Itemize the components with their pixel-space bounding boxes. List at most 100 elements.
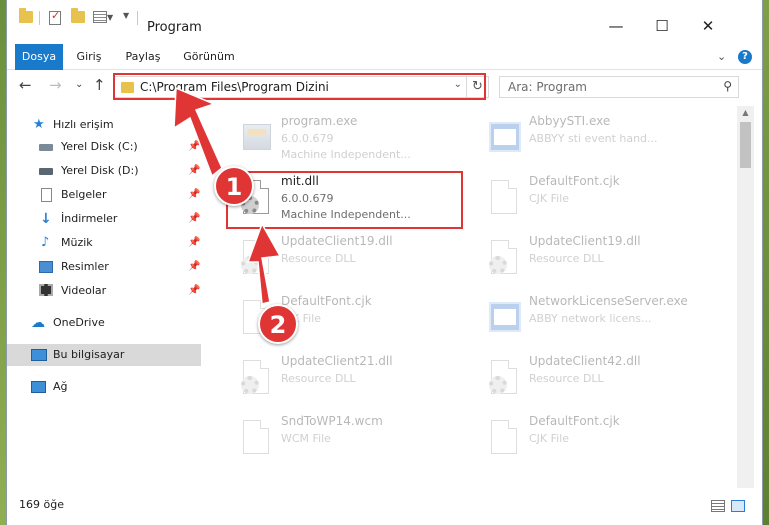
- file-name: SndToWP14.wcm: [281, 414, 383, 428]
- file-description: Resource DLL: [529, 372, 604, 385]
- file-name: DefaultFont.cjk: [281, 294, 372, 308]
- tab-giris[interactable]: Giriş: [65, 44, 113, 70]
- app-icon: [487, 298, 521, 338]
- recent-locations-button[interactable]: ⌄: [75, 79, 83, 90]
- sidebar-item-local-disk-d[interactable]: Yerel Disk (D:) 📌: [7, 160, 201, 182]
- check-icon: [49, 9, 61, 25]
- file-name: UpdateClient42.dll: [529, 354, 641, 368]
- file-list: program.exe 6.0.0.679 Machine Independen…: [207, 106, 735, 486]
- close-button[interactable]: ✕: [685, 14, 731, 38]
- sidebar-item-downloads[interactable]: ↓ İndirmeler 📌: [7, 208, 201, 230]
- file-item-updateclient21-dll[interactable]: UpdateClient21.dll Resource DLL: [233, 350, 493, 408]
- file-name: AbbyySTI.exe: [529, 114, 611, 128]
- sidebar-item-videos[interactable]: Videolar 📌: [7, 280, 201, 302]
- details-view-icon[interactable]: [711, 500, 725, 512]
- ribbon-tabs: Dosya Giriş Paylaş Görünüm ⌄ ?: [7, 44, 762, 70]
- sidebar-item-this-pc[interactable]: Bu bilgisayar: [7, 344, 201, 366]
- sidebar-item-label: İndirmeler: [61, 212, 118, 225]
- tab-dosya[interactable]: Dosya: [15, 44, 63, 70]
- network-icon: [31, 381, 46, 393]
- file-item-updateclient42-dll[interactable]: UpdateClient42.dll Resource DLL: [481, 350, 735, 408]
- file-name: program.exe: [281, 114, 358, 128]
- back-button[interactable]: ←: [19, 76, 32, 94]
- new-folder-icon: [71, 8, 85, 23]
- minimize-button[interactable]: —: [593, 14, 639, 38]
- file-item-program-exe[interactable]: program.exe 6.0.0.679 Machine Independen…: [233, 110, 493, 168]
- search-icon: ⚲: [723, 79, 732, 93]
- sidebar-item-onedrive[interactable]: ☁ OneDrive: [7, 312, 201, 334]
- file-description: Machine Independent...: [281, 148, 411, 161]
- properties-button[interactable]: ▼: [93, 11, 113, 23]
- pin-icon[interactable]: 📌: [188, 136, 200, 158]
- scroll-up-arrow-icon[interactable]: ▲: [737, 106, 754, 120]
- separator: [39, 11, 40, 25]
- pin-icon[interactable]: 📌: [188, 208, 200, 230]
- dll-icon: [239, 238, 273, 278]
- sidebar-item-local-disk-c[interactable]: Yerel Disk (C:) 📌: [7, 136, 201, 158]
- pin-icon[interactable]: 📌: [188, 256, 200, 278]
- chevron-down-icon: ▼: [107, 12, 114, 22]
- file-item-abbyysti-exe[interactable]: AbbyySTI.exe ABBYY sti event hand...: [481, 110, 735, 168]
- file-version: 6.0.0.679: [281, 132, 334, 145]
- title-bar: ▼ ▼ Program — ☐ ✕: [7, 0, 762, 38]
- document-icon: [41, 188, 52, 202]
- video-icon: [39, 284, 53, 296]
- file-description: CJK File: [529, 192, 570, 205]
- expand-ribbon-icon[interactable]: ⌄: [717, 50, 726, 63]
- drive-icon: [39, 168, 53, 175]
- pin-icon[interactable]: 📌: [188, 232, 200, 254]
- step-badge-2: 2: [258, 304, 298, 344]
- drive-icon: [39, 144, 53, 151]
- file-description: Resource DLL: [281, 372, 356, 385]
- new-folder-button[interactable]: [71, 8, 85, 23]
- cloud-icon: ☁: [31, 315, 45, 331]
- file-icon: [239, 418, 273, 458]
- sidebar-item-music[interactable]: ♪ Müzik 📌: [7, 232, 201, 254]
- customize-qa-button[interactable]: ▼: [123, 11, 129, 20]
- sidebar-item-label: Müzik: [61, 236, 93, 249]
- tab-paylas[interactable]: Paylaş: [115, 44, 171, 70]
- file-item-defaultfont-cjk-3[interactable]: DefaultFont.cjk CJK File: [481, 410, 735, 468]
- sidebar-item-pictures[interactable]: Resimler 📌: [7, 256, 201, 278]
- file-item-updateclient19-dll[interactable]: UpdateClient19.dll Resource DLL: [233, 230, 493, 288]
- qa-separator-2: [137, 11, 138, 25]
- file-item-sndtowp14-wcm[interactable]: SndToWP14.wcm WCM File: [233, 410, 493, 468]
- pin-icon[interactable]: 📌: [188, 184, 200, 206]
- file-description: ABBY network licens...: [529, 312, 652, 325]
- file-item-updateclient19-dll-2[interactable]: UpdateClient19.dll Resource DLL: [481, 230, 735, 288]
- sidebar-item-label: OneDrive: [53, 316, 105, 329]
- properties-check-button[interactable]: [49, 9, 61, 25]
- music-icon: ♪: [41, 235, 50, 250]
- status-bar: 169 öğe: [7, 494, 762, 516]
- large-icons-view-icon[interactable]: [731, 500, 745, 512]
- pin-icon[interactable]: 📌: [188, 160, 200, 182]
- maximize-button[interactable]: ☐: [639, 14, 685, 38]
- file-icon: [487, 418, 521, 458]
- vertical-scrollbar[interactable]: ▲: [737, 106, 754, 488]
- item-count: 169 öğe: [19, 498, 64, 511]
- forward-button[interactable]: →: [49, 76, 62, 94]
- sidebar-item-label: Yerel Disk (D:): [61, 164, 139, 177]
- file-item-networklicenseserver-exe[interactable]: NetworkLicenseServer.exe ABBY network li…: [481, 290, 735, 348]
- tab-gorunum[interactable]: Görünüm: [173, 44, 245, 70]
- file-name: DefaultFont.cjk: [529, 414, 620, 428]
- exe-icon: [239, 118, 273, 158]
- search-input[interactable]: Ara: Program ⚲: [499, 76, 739, 98]
- file-name: UpdateClient19.dll: [281, 234, 393, 248]
- file-item-defaultfont-cjk[interactable]: DefaultFont.cjk CJK File: [481, 170, 735, 228]
- up-button[interactable]: ↑: [93, 76, 106, 94]
- pin-icon[interactable]: 📌: [188, 280, 200, 302]
- sidebar-item-network[interactable]: Ağ: [7, 376, 201, 398]
- file-description: WCM File: [281, 432, 331, 445]
- sidebar-item-label: Yerel Disk (C:): [61, 140, 138, 153]
- dll-icon: [487, 358, 521, 398]
- sidebar-item-quick-access[interactable]: ★ Hızlı erişim: [7, 114, 201, 136]
- help-icon[interactable]: ?: [738, 50, 752, 64]
- sidebar-item-documents[interactable]: Belgeler 📌: [7, 184, 201, 206]
- file-highlight-box: [226, 171, 463, 229]
- scrollbar-thumb[interactable]: [740, 122, 751, 168]
- step-badge-1: 1: [214, 166, 254, 206]
- folder-icon: [19, 8, 33, 23]
- file-description: Resource DLL: [529, 252, 604, 265]
- file-name: UpdateClient19.dll: [529, 234, 641, 248]
